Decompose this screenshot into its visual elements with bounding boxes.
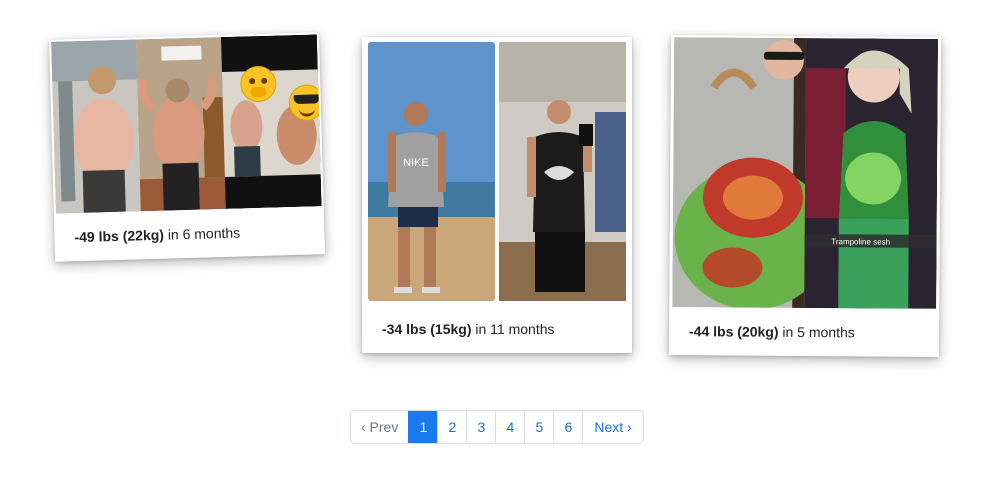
page-2-button[interactable]: 2	[437, 411, 467, 443]
before-after-photo	[51, 34, 322, 214]
duration-text: in 11 months	[475, 321, 555, 337]
card-caption: -34 lbs (15kg) in 11 months	[362, 321, 632, 337]
before-after-photo: Trampoline sesh	[672, 37, 939, 309]
after-image	[499, 42, 626, 301]
card-caption: -49 lbs (22kg) in 6 months	[54, 222, 324, 246]
transformation-card-2[interactable]: NIKE -34 lbs (15kg) in 11 months	[362, 37, 632, 353]
weight-loss-value: -49 lbs (22kg)	[74, 226, 165, 246]
card-caption: -44 lbs (20kg) in 5 months	[669, 323, 939, 341]
duration-text: in 5 months	[782, 323, 855, 341]
before-image: NIKE	[368, 42, 495, 301]
after-photo	[499, 42, 626, 301]
sunglasses-emoji-icon	[288, 84, 322, 122]
pagination: ‹ Prev 1 2 3 4 5 6 Next ›	[350, 410, 644, 444]
before-after-image: Trampoline sesh	[672, 37, 939, 309]
before-photo: NIKE	[368, 42, 495, 301]
photo-overlay-text: Trampoline sesh	[831, 237, 890, 246]
transformation-card-3[interactable]: Trampoline sesh -44 lbs (20kg) in 5 mont…	[668, 35, 942, 357]
page-5-button[interactable]: 5	[524, 411, 554, 443]
weight-loss-value: -34 lbs (15kg)	[382, 321, 472, 337]
next-page-button[interactable]: Next ›	[582, 411, 643, 443]
page-6-button[interactable]: 6	[553, 411, 583, 443]
page-1-button[interactable]: 1	[408, 411, 438, 443]
prev-page-button[interactable]: ‹ Prev	[351, 411, 409, 443]
page-4-button[interactable]: 4	[495, 411, 525, 443]
page-3-button[interactable]: 3	[466, 411, 496, 443]
weight-loss-value: -44 lbs (20kg)	[688, 323, 779, 340]
transformation-card-1[interactable]: -49 lbs (22kg) in 6 months	[48, 32, 326, 262]
duration-text: in 6 months	[167, 224, 241, 243]
before-after-image	[51, 34, 322, 214]
shirt-text: NIKE	[403, 157, 429, 169]
